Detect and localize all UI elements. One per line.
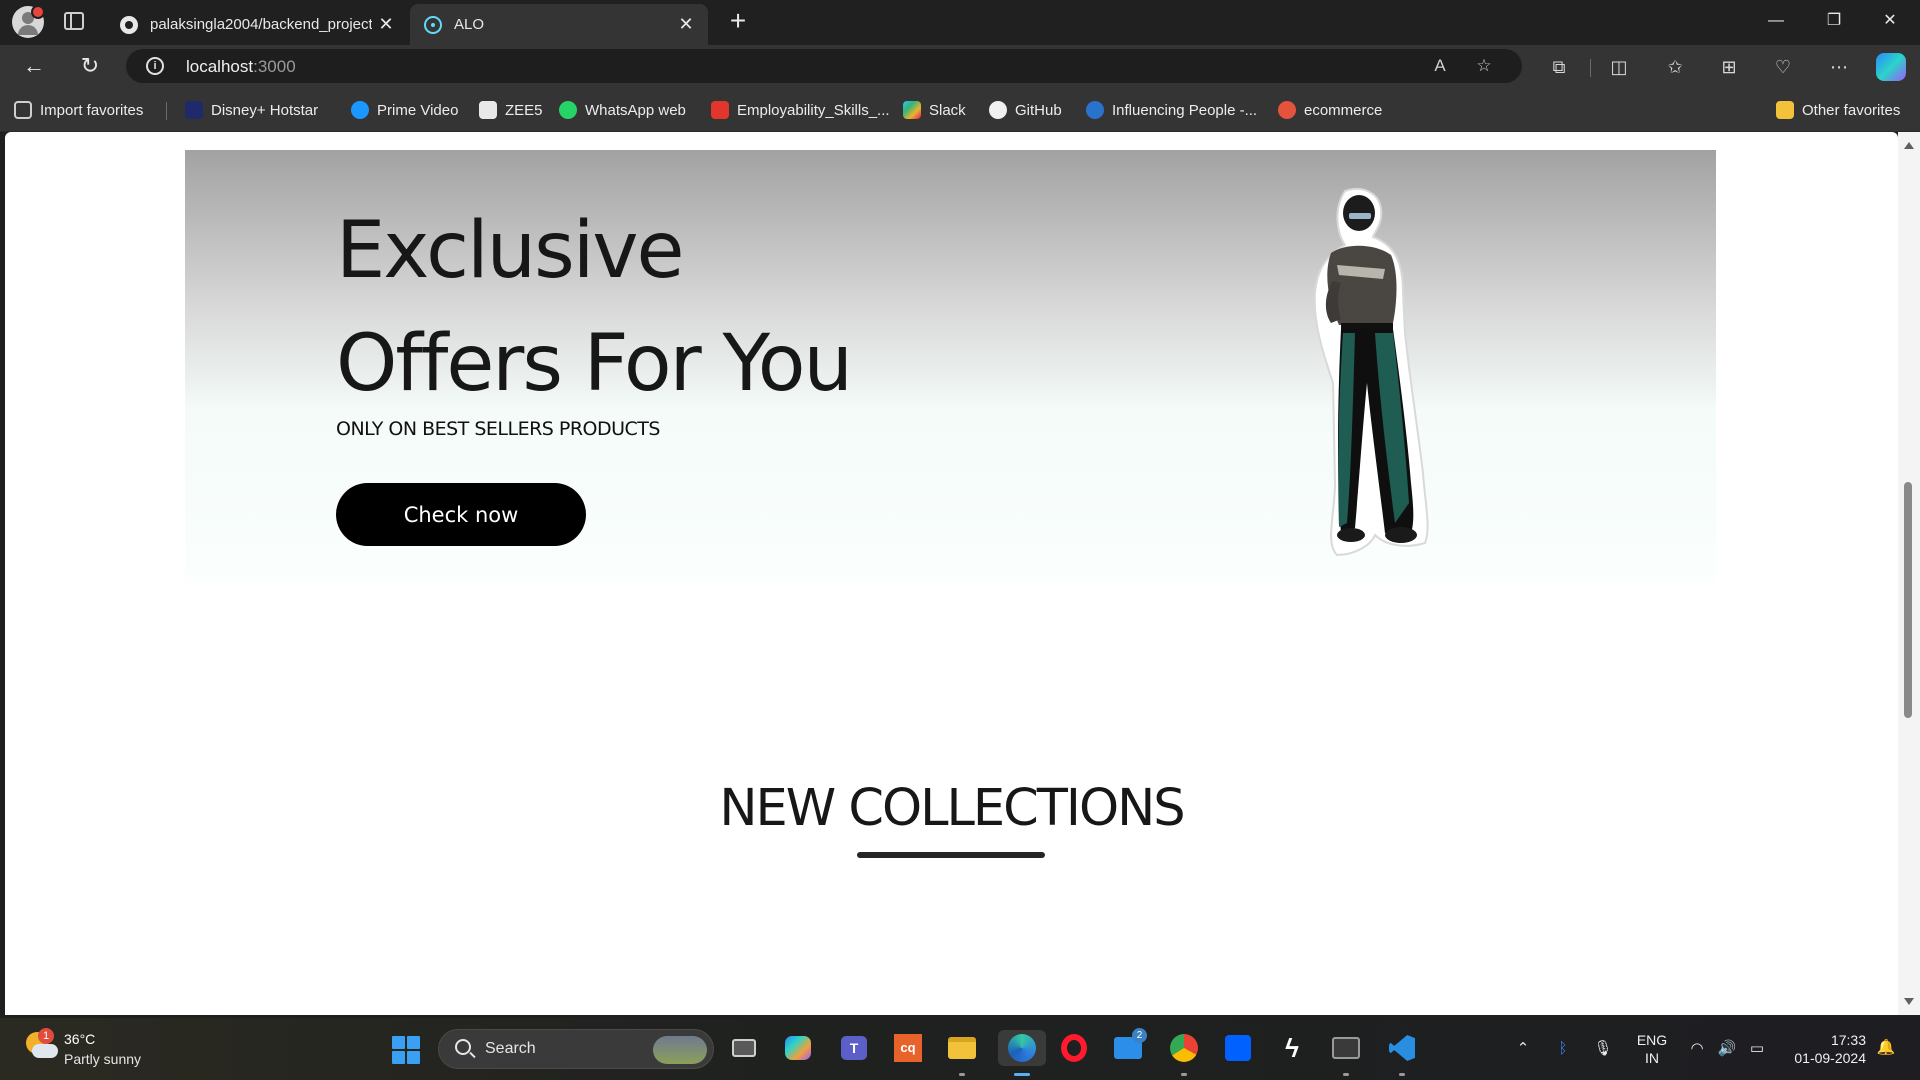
- windows-taskbar: 1 36°C Partly sunny Search T cq 2 ϟ ⌃ ᛒ …: [0, 1018, 1920, 1080]
- hero-banner: Exclusive Offers For You ONLY ON BEST SE…: [185, 150, 1716, 583]
- tab-alo[interactable]: ALO ✕: [410, 4, 708, 45]
- tab-title: ALO: [454, 16, 485, 33]
- ecommerce-icon: [1278, 101, 1296, 119]
- section-underline: [857, 852, 1045, 858]
- favorites-icon[interactable]: ✩: [1662, 54, 1688, 80]
- github-icon: [989, 101, 1007, 119]
- prime-video-icon: [351, 101, 369, 119]
- zee5-icon: [479, 101, 497, 119]
- hero-model-image: [1313, 188, 1429, 557]
- read-aloud-icon[interactable]: A: [1428, 54, 1452, 78]
- chrome-icon[interactable]: [1166, 1030, 1202, 1066]
- windows-start-icon[interactable]: [392, 1036, 420, 1064]
- address-bar[interactable]: i localhost:3000 A ☆: [126, 49, 1522, 83]
- notification-bell-icon[interactable]: 🔔: [1876, 1038, 1896, 1058]
- wifi-icon[interactable]: ◠: [1686, 1038, 1708, 1060]
- tab-title: palaksingla2004/backend_project: [150, 16, 372, 33]
- hero-title-line-2: Offers For You: [336, 319, 853, 409]
- browser-title-bar: palaksingla2004/backend_project ✕ ALO ✕ …: [0, 0, 1920, 45]
- microphone-icon[interactable]: 🎙: [1592, 1038, 1614, 1060]
- terminal-icon[interactable]: [1328, 1030, 1364, 1066]
- back-button[interactable]: ←: [18, 51, 50, 83]
- file-explorer-icon[interactable]: [944, 1030, 980, 1066]
- favorite-ecommerce[interactable]: ecommerce: [1278, 99, 1382, 121]
- tab-github[interactable]: palaksingla2004/backend_project ✕: [106, 4, 408, 45]
- extensions-icon[interactable]: ⧉: [1546, 54, 1572, 80]
- favorite-employability-pdf[interactable]: Employability_Skills_...: [711, 99, 890, 121]
- browser-essentials-icon[interactable]: ♡: [1770, 54, 1796, 80]
- teams-icon[interactable]: T: [836, 1030, 872, 1066]
- cq-app-icon[interactable]: cq: [890, 1030, 926, 1066]
- scrollbar-thumb[interactable]: [1904, 482, 1912, 718]
- favorite-zee5[interactable]: ZEE5: [479, 99, 543, 121]
- weather-badge: 1: [38, 1028, 54, 1044]
- mail-badge: 2: [1132, 1028, 1147, 1043]
- favorite-slack[interactable]: Slack: [903, 99, 966, 121]
- favorite-influencing-people[interactable]: Influencing People -...: [1086, 99, 1257, 121]
- tab-close-icon[interactable]: ✕: [672, 14, 700, 35]
- site-info-icon[interactable]: i: [146, 57, 164, 75]
- tab-close-icon[interactable]: ✕: [372, 14, 400, 35]
- coursera-icon: [1086, 101, 1104, 119]
- profile-avatar-icon[interactable]: [12, 5, 45, 38]
- import-icon: [14, 101, 32, 119]
- react-icon: [424, 15, 442, 34]
- favorite-whatsapp[interactable]: WhatsApp web: [559, 99, 686, 121]
- dropbox-icon[interactable]: [1220, 1030, 1256, 1066]
- split-screen-icon[interactable]: ◫: [1606, 54, 1632, 80]
- favorite-import[interactable]: Import favorites: [14, 99, 143, 121]
- hero-title-line-1: Exclusive: [336, 206, 685, 296]
- bluetooth-icon[interactable]: ᛒ: [1552, 1038, 1574, 1060]
- favorites-divider: [166, 102, 167, 120]
- opera-icon[interactable]: [1056, 1030, 1092, 1066]
- new-tab-button[interactable]: +: [722, 6, 754, 38]
- whatsapp-icon: [559, 101, 577, 119]
- page-viewport: Exclusive Offers For You ONLY ON BEST SE…: [5, 132, 1898, 1015]
- taskbar-search[interactable]: Search: [438, 1029, 714, 1069]
- hotstar-icon: [185, 101, 203, 119]
- new-collections-heading: NEW COLLECTIONS: [719, 779, 1185, 838]
- collections-icon[interactable]: ⊞: [1716, 54, 1742, 80]
- github-icon: [120, 15, 138, 34]
- url-text[interactable]: localhost:3000: [186, 57, 296, 77]
- favorite-prime-video[interactable]: Prime Video: [351, 99, 458, 121]
- pdf-icon: [711, 101, 729, 119]
- copilot-taskbar-icon[interactable]: [780, 1030, 816, 1066]
- toolbar-divider: [1590, 59, 1591, 77]
- task-view-icon[interactable]: [726, 1030, 762, 1066]
- folder-icon: [1776, 101, 1794, 119]
- favorite-hotstar[interactable]: Disney+ Hotstar: [185, 99, 318, 121]
- more-menu-icon[interactable]: ⋯: [1826, 54, 1852, 80]
- favorite-github[interactable]: GitHub: [989, 99, 1062, 121]
- search-label: Search: [485, 1040, 536, 1057]
- clock[interactable]: 17:33 01-09-2024: [1776, 1031, 1866, 1067]
- copilot-icon[interactable]: [1876, 53, 1906, 81]
- reload-button[interactable]: ↻: [74, 51, 106, 83]
- lightning-app-icon[interactable]: ϟ: [1274, 1030, 1310, 1066]
- show-hidden-icons-chevron-icon[interactable]: ⌃: [1512, 1038, 1534, 1060]
- other-favorites-folder[interactable]: Other favorites: [1776, 99, 1900, 121]
- vscode-icon[interactable]: [1384, 1030, 1420, 1066]
- tab-actions-icon[interactable]: [64, 12, 84, 30]
- edge-icon[interactable]: [998, 1030, 1046, 1066]
- scroll-up-icon[interactable]: [1904, 142, 1914, 149]
- weather-temperature[interactable]: 36°C: [64, 1031, 95, 1047]
- browser-toolbar: ← ↻ i localhost:3000 A ☆ ⧉ ◫ ✩ ⊞ ♡ ⋯: [0, 45, 1920, 87]
- favorite-star-icon[interactable]: ☆: [1472, 54, 1496, 78]
- volume-icon[interactable]: 🔊: [1716, 1038, 1738, 1060]
- search-highlight-image: [653, 1036, 707, 1064]
- hero-subtitle: ONLY ON BEST SELLERS PRODUCTS: [336, 418, 660, 440]
- check-now-button[interactable]: Check now: [336, 483, 586, 546]
- slack-icon: [903, 101, 921, 119]
- input-language[interactable]: ENG IN: [1632, 1031, 1672, 1067]
- restore-button[interactable]: ❐: [1806, 0, 1862, 42]
- battery-icon[interactable]: ▭: [1746, 1038, 1768, 1060]
- minimize-button[interactable]: —: [1748, 0, 1804, 42]
- favorites-bar: Import favorites Disney+ Hotstar Prime V…: [0, 87, 1920, 132]
- close-window-button[interactable]: ✕: [1862, 0, 1918, 42]
- page-scrollbar[interactable]: [1898, 132, 1920, 1015]
- scroll-down-icon[interactable]: [1904, 998, 1914, 1005]
- search-icon: [455, 1039, 471, 1055]
- weather-description[interactable]: Partly sunny: [64, 1051, 141, 1067]
